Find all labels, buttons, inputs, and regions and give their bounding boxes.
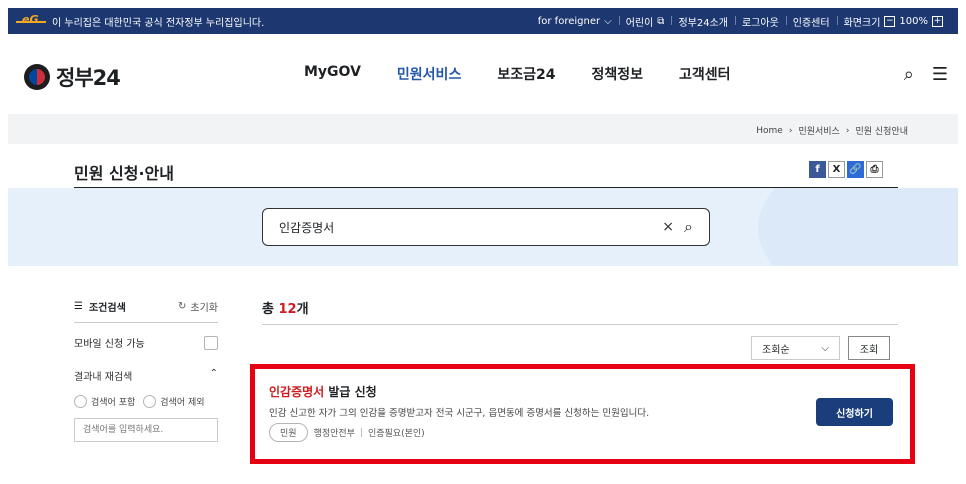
breadcrumb-current: 민원 신청안내 [855,127,908,137]
breadcrumb-separator: › [788,125,793,136]
gov-banner: eG 이 누리집은 대한민국 공식 전자정부 누리집입니다. for forei… [8,8,958,34]
foreigner-label: for foreigner [537,15,601,27]
zoom-control: 화면크기 − 100% + [836,14,950,29]
result-count: 총 12개 [262,298,309,317]
filter-title: ☰ 조건검색 [74,299,126,314]
zoom-out-button[interactable]: − [884,15,896,27]
refine-header: 결과내 재검색 ⌃ [74,368,218,383]
taegeuk-icon [24,64,50,90]
search-submit-icon[interactable]: ⌕ [684,217,693,237]
main-nav: MyGOV 민원서비스 보조금24 정책정보 고객센터 [304,64,731,84]
foreigner-link[interactable]: for foreigner ⌵ [531,16,619,27]
external-link-icon: ⧉ [657,15,665,27]
sort-value: 조회순 [762,344,790,356]
utility-links: for foreigner ⌵ 어린이 ⧉ 정부24소개 로그아웃 인증센터 화면크… [531,14,950,29]
mobile-filter-label: 모바일 신청 가능 [74,339,145,350]
total-number: 12 [278,302,297,317]
site-logo[interactable]: 정부24 [24,62,121,92]
result-title-highlight: 인감증명서 [269,385,325,399]
zoom-label: 화면크기 [843,17,881,29]
include-radio[interactable] [74,395,87,408]
gov-notice: eG 이 누리집은 대한민국 공식 전자정부 누리집입니다. [16,13,264,29]
total-prefix: 총 [262,302,274,317]
result-description: 인감 신고한 자가 그의 인감을 증명받고자 전국 시군구, 읍면동에 증명서를… [269,408,650,419]
apply-button[interactable]: 신청하기 [816,398,893,426]
exclude-option[interactable]: 검색어 제외 [143,395,205,408]
total-suffix: 개 [296,302,309,317]
auth-requirement: 인증필요(본인) [367,429,425,439]
refine-search-input[interactable] [74,418,218,442]
egov-logo-icon: eG [16,13,46,26]
share-buttons: f X 🔗 ⎙ [809,161,883,178]
facebook-icon[interactable]: f [809,161,826,178]
reset-button[interactable]: ↻ 초기화 [178,299,218,314]
search-input[interactable]: 인감증명서 × ⌕ [262,208,710,246]
sort-select[interactable]: 조회순 ⌵ [751,336,840,360]
result-item: 인감증명서 발급 신청 인감 신고한 자가 그의 인감을 증명받고자 전국 시군… [250,364,915,464]
mobile-checkbox[interactable] [204,335,218,350]
kids-link[interactable]: 어린이 ⧉ [618,14,672,29]
cert-center-link[interactable]: 인증센터 [785,14,837,29]
header-icons: ⌕ ☰ [904,64,948,85]
logo-text: 정부24 [56,66,121,90]
agency: 행정안전부 [313,429,355,439]
link-icon[interactable]: 🔗 [847,161,864,178]
exclude-radio[interactable] [143,395,157,408]
logout-link[interactable]: 로그아웃 [734,14,786,29]
sliders-icon: ☰ [74,300,83,312]
include-label: 검색어 포함 [91,398,136,408]
nav-civil-service[interactable]: 민원서비스 [397,64,461,84]
chevron-down-icon: ⌵ [604,15,612,27]
reset-label: 초기화 [190,302,218,314]
search-icon[interactable]: ⌕ [904,64,914,85]
nav-subsidy[interactable]: 보조금24 [497,64,555,84]
category-chip: 민원 [269,423,308,442]
mobile-filter: 모바일 신청 가능 [74,335,218,350]
x-icon[interactable]: X [828,161,845,178]
breadcrumb-separator: › [845,125,850,136]
include-option[interactable]: 검색어 포함 [74,395,135,408]
result-meta: 민원 행정안전부 인증필요(본인) [269,423,425,442]
kids-label: 어린이 [625,17,654,29]
exclude-label: 검색어 제외 [160,398,205,408]
filter-divider [74,322,218,323]
breadcrumb-band: Home › 민원서비스 › 민원 신청안내 [8,114,958,144]
zoom-level: 100% [899,15,928,27]
search-band: 인감증명서 × ⌕ [8,188,958,266]
menu-icon[interactable]: ☰ [932,64,948,85]
result-divider [262,324,898,325]
gov-notice-text[interactable]: 이 누리집은 대한민국 공식 전자정부 누리집입니다. [52,14,264,29]
clear-icon[interactable]: × [662,219,674,235]
filter-title-text: 조건검색 [88,302,126,314]
result-title[interactable]: 인감증명서 발급 신청 [269,383,377,400]
sort-button[interactable]: 조회 [848,336,890,360]
nav-policy[interactable]: 정책정보 [591,64,643,84]
search-value: 인감증명서 [279,220,335,235]
chevron-down-icon: ⌵ [821,342,829,354]
refine-options: 검색어 포함 검색어 제외 [74,395,218,408]
print-icon[interactable]: ⎙ [866,161,883,178]
page-title: 민원 신청·안내 [74,164,174,183]
chevron-up-icon[interactable]: ⌃ [210,368,218,383]
nav-mygov[interactable]: MyGOV [304,64,361,84]
breadcrumb-civil[interactable]: 민원서비스 [798,124,839,137]
result-title-rest: 발급 신청 [324,385,377,399]
meta-separator [360,428,362,437]
refresh-icon: ↻ [178,300,187,312]
breadcrumb-home[interactable]: Home [756,126,783,136]
zoom-in-button[interactable]: + [932,15,943,27]
refine-title: 결과내 재검색 [74,372,133,383]
filter-sidebar: ☰ 조건검색 ↻ 초기화 모바일 신청 가능 결과내 재검색 ⌃ 검색어 포함 검색… [74,296,218,442]
about-link[interactable]: 정부24소개 [671,14,735,29]
filter-header: ☰ 조건검색 ↻ 초기화 [74,296,218,316]
breadcrumb: Home › 민원서비스 › 민원 신청안내 [756,124,908,138]
site-header: 정부24 MyGOV 민원서비스 보조금24 정책정보 고객센터 ⌕ ☰ [8,34,958,114]
nav-customer-center[interactable]: 고객센터 [679,64,731,84]
